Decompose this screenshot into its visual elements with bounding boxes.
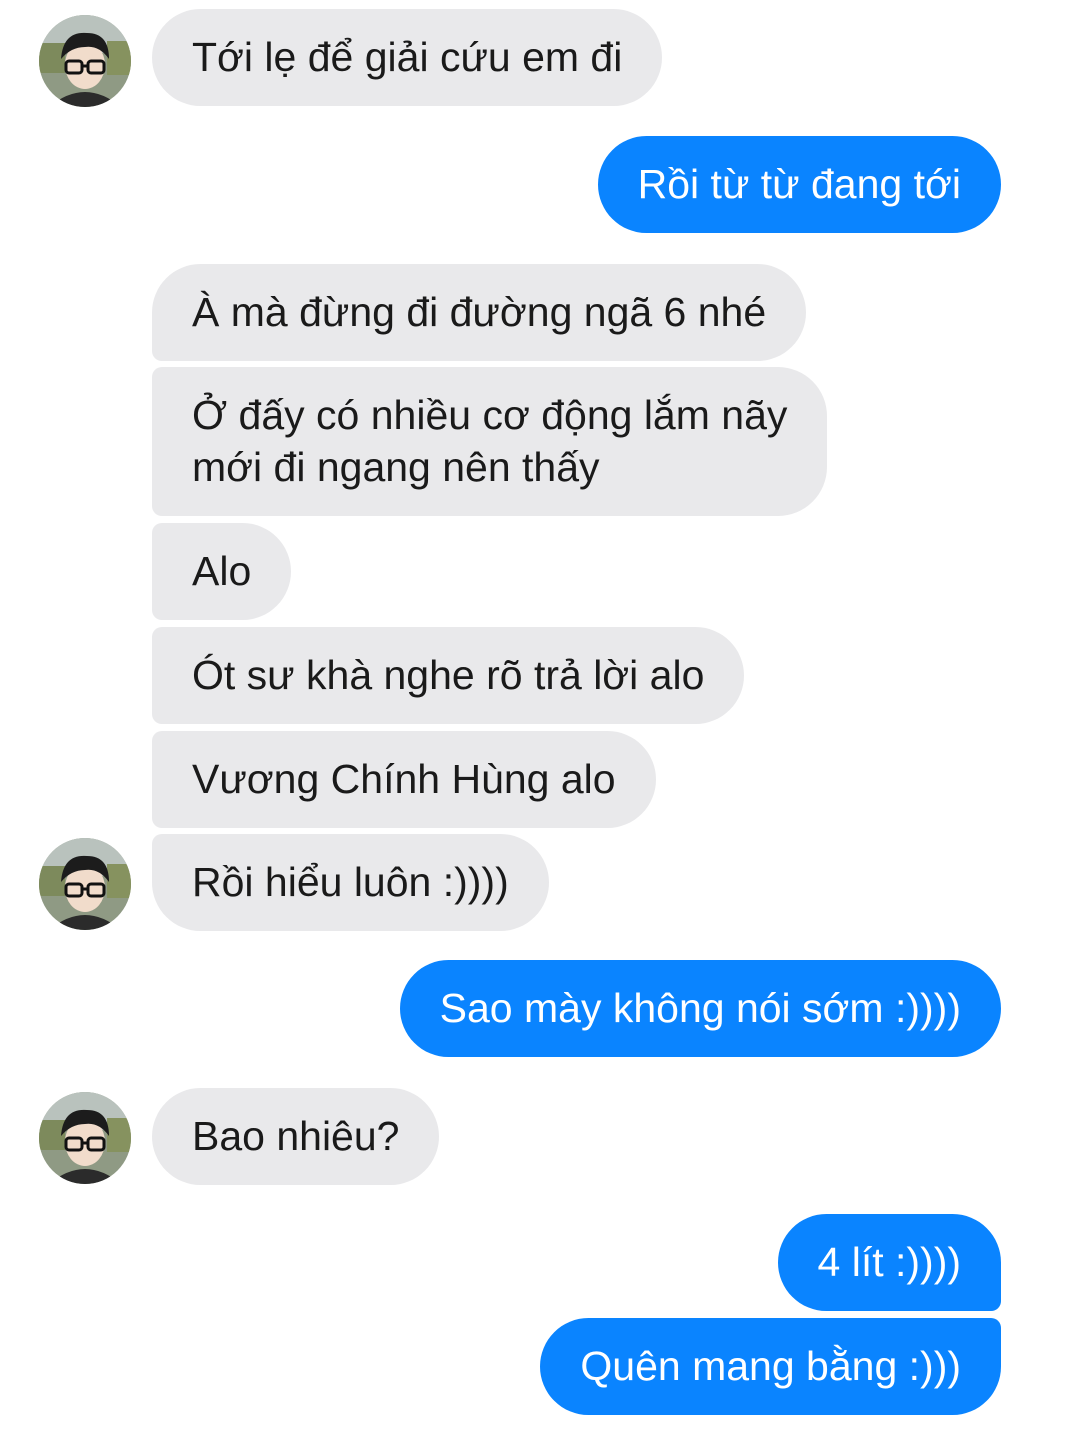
incoming-message[interactable]: Ót sư khà nghe rõ trả lời alo: [152, 627, 745, 724]
incoming-message[interactable]: Alo: [152, 523, 292, 620]
outgoing-message[interactable]: Quên mang bằng :))): [540, 1318, 1001, 1415]
message-line: mới đi ngang nên thấy: [192, 444, 600, 490]
incoming-message[interactable]: Tới lẹ để giải cứu em đi: [152, 9, 663, 106]
incoming-message[interactable]: Bao nhiêu?: [152, 1088, 440, 1185]
contact-avatar[interactable]: [39, 838, 131, 930]
message-line: Ở đấy có nhiều cơ động lắm nãy: [192, 392, 788, 438]
person-avatar-icon: [39, 15, 131, 107]
incoming-message[interactable]: À mà đừng đi đường ngã 6 nhé: [152, 264, 807, 361]
incoming-message[interactable]: Ở đấy có nhiều cơ động lắm nãy mới đi ng…: [152, 367, 828, 516]
outgoing-message[interactable]: Sao mày không nói sớm :)))): [399, 960, 1001, 1057]
incoming-message[interactable]: Vương Chính Hùng alo: [152, 731, 656, 828]
person-avatar-icon: [39, 838, 131, 930]
incoming-message[interactable]: Rồi hiểu luôn :)))): [152, 834, 549, 931]
contact-avatar[interactable]: [39, 15, 131, 107]
outgoing-message[interactable]: Rồi từ từ đang tới: [597, 136, 1001, 233]
outgoing-message[interactable]: 4 lít :)))): [777, 1214, 1001, 1311]
contact-avatar[interactable]: [39, 1092, 131, 1184]
person-avatar-icon: [39, 1092, 131, 1184]
